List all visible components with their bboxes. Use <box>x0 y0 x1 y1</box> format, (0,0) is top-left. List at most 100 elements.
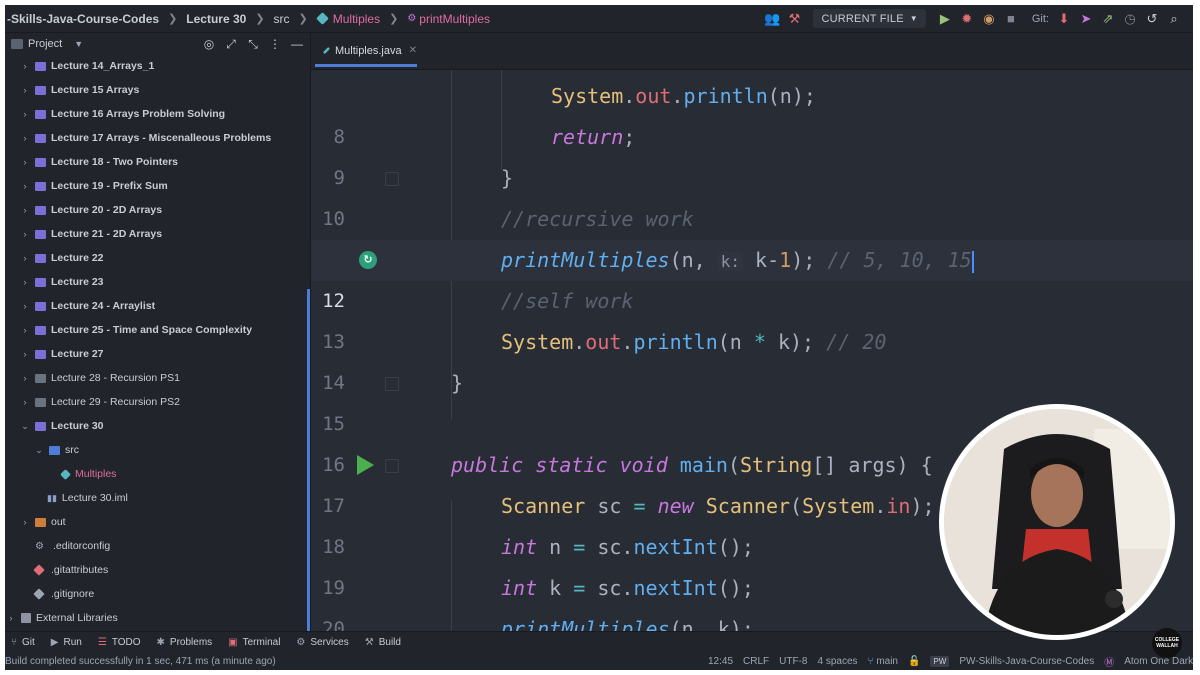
chevron-down-icon[interactable]: ⌄ <box>33 445 45 456</box>
indent-setting[interactable]: 4 spaces <box>818 656 858 667</box>
tool-window-todo[interactable]: ☰ TODO <box>98 637 141 648</box>
tree-item[interactable]: › Lecture 22 <box>19 247 104 269</box>
chevron-right-icon[interactable]: › <box>19 253 31 263</box>
fold-icon[interactable] <box>385 459 399 473</box>
search-icon[interactable]: ⌕ <box>1163 5 1185 32</box>
code-line[interactable]: 10 } <box>311 158 1193 230</box>
chevron-right-icon[interactable]: › <box>19 109 31 119</box>
history-icon[interactable]: ◷ <box>1119 5 1141 32</box>
tree-item[interactable]: › Lecture 19 - Prefix Sum <box>19 175 168 197</box>
collapse-icon[interactable]: ⤡ <box>242 37 264 52</box>
chevron-down-icon[interactable]: ⌄ <box>19 421 31 432</box>
chevron-right-icon[interactable]: › <box>19 277 31 287</box>
theme-name[interactable]: Atom One Dark (Mater <box>1124 656 1193 667</box>
project-name[interactable]: PW-Skills-Java-Course-Codes <box>959 656 1094 667</box>
debug-icon[interactable]: ✹ <box>956 5 978 32</box>
tree-item[interactable]: › Lecture 14_Arrays_1 <box>19 55 155 77</box>
close-icon[interactable]: ✕ <box>409 45 417 56</box>
tree-item[interactable]: › Lecture 27 <box>19 343 104 365</box>
tree-item[interactable]: › Lecture 24 - Arraylist <box>19 295 156 317</box>
run-configuration-select[interactable]: CURRENT FILE ▼ <box>813 9 926 28</box>
git-branch[interactable]: ⑂ main <box>868 656 898 667</box>
fold-icon[interactable] <box>385 172 399 186</box>
tree-item[interactable]: ⌄ src <box>33 439 79 461</box>
stop-icon[interactable]: ■ <box>1000 5 1022 32</box>
breadcrumb-folder[interactable]: Lecture 30 <box>184 12 248 26</box>
chevron-right-icon[interactable]: › <box>19 349 31 359</box>
code-line[interactable]: 9 return; <box>311 117 1193 189</box>
breadcrumb-method[interactable]: ⚙ printMultiples <box>405 12 492 26</box>
chevron-right-icon[interactable]: › <box>19 373 31 383</box>
locate-icon[interactable]: ◎ <box>198 37 220 51</box>
project-panel-title[interactable]: Project <box>28 38 62 50</box>
run-icon[interactable]: ▶ <box>934 5 956 32</box>
chevron-right-icon[interactable]: › <box>19 205 31 215</box>
chevron-right-icon[interactable]: › <box>19 397 31 407</box>
tree-item[interactable]: › Lecture 18 - Two Pointers <box>19 151 179 173</box>
status-widgets: 12:45 CRLF UTF-8 4 spaces ⑂ main 🔓 PW PW… <box>708 652 1193 670</box>
status-message[interactable]: Build completed successfully in 1 sec, 4… <box>5 656 276 667</box>
tree-item[interactable]: ⚙ .editorconfig <box>31 535 110 557</box>
tool-window-build[interactable]: ⚒ Build <box>365 637 401 648</box>
tree-item[interactable]: › External Libraries <box>5 607 118 629</box>
tree-item[interactable]: › out <box>19 511 66 533</box>
breadcrumb-src[interactable]: src <box>272 12 292 26</box>
line-separator[interactable]: CRLF <box>743 656 769 667</box>
caret-position[interactable]: 12:45 <box>708 656 733 667</box>
chevron-right-icon[interactable]: › <box>19 301 31 311</box>
breadcrumb-project[interactable]: -Skills-Java-Course-Codes <box>5 12 161 26</box>
tree-item-selected[interactable]: Multiples <box>57 463 116 485</box>
chevron-right-icon[interactable]: › <box>19 325 31 335</box>
tree-item[interactable]: › Lecture 20 - 2D Arrays <box>19 199 163 221</box>
expand-icon[interactable]: ⤢ <box>220 37 242 52</box>
tree-item[interactable]: ▮▮ Lecture 30.iml <box>43 487 128 509</box>
code-line[interactable]: 15 } <box>311 363 1193 435</box>
rollback-icon[interactable]: ↺ <box>1141 5 1163 32</box>
code-line[interactable]: 14 System.out.println(n * k); // 20 <box>311 322 1193 394</box>
chevron-right-icon[interactable]: › <box>19 133 31 143</box>
recursive-call-icon[interactable]: ↻ <box>359 251 377 269</box>
code-line[interactable]: 11 //recursive work <box>311 199 1193 271</box>
chevron-right-icon[interactable]: › <box>19 61 31 71</box>
hammer-icon[interactable]: ⚒ <box>783 5 805 32</box>
tool-window-run[interactable]: ▶ Run <box>51 637 82 648</box>
tree-item[interactable]: ⌄ Lecture 30 <box>19 415 103 437</box>
minimize-icon[interactable]: — <box>286 37 308 51</box>
tree-item[interactable]: › Lecture 17 Arrays - Miscenalleous Prob… <box>19 127 272 149</box>
tool-window-terminal[interactable]: ▣ Terminal <box>228 637 280 648</box>
chevron-right-icon[interactable]: › <box>19 181 31 191</box>
tree-item[interactable]: .gitignore <box>31 583 94 605</box>
code-line[interactable]: 8 System.out.println(n); <box>311 76 1193 148</box>
coverage-icon[interactable]: ◉ <box>978 5 1000 32</box>
tree-item[interactable]: › Lecture 23 <box>19 271 104 293</box>
fold-icon[interactable] <box>385 377 399 391</box>
tree-item[interactable]: › Lecture 21 - 2D Arrays <box>19 223 163 245</box>
chevron-right-icon[interactable]: › <box>5 613 17 623</box>
run-main-icon[interactable] <box>357 455 374 475</box>
git-push-icon[interactable]: ⇗ <box>1097 5 1119 32</box>
chevron-down-icon[interactable]: ▼ <box>74 39 83 49</box>
chevron-right-icon[interactable]: › <box>19 157 31 167</box>
tab-multiples-java[interactable]: Multiples.java ✕ <box>315 37 417 67</box>
tree-item[interactable]: › Lecture 25 - Time and Space Complexity <box>19 319 253 341</box>
breadcrumb-class[interactable]: Multiples <box>315 12 382 26</box>
lock-icon[interactable]: 🔓 <box>908 656 920 667</box>
chevron-right-icon[interactable]: › <box>19 229 31 239</box>
tool-window-services[interactable]: ⚙ Services <box>296 637 348 648</box>
options-icon[interactable]: ⋮ <box>264 37 286 51</box>
user-icon[interactable]: 👥 <box>761 5 783 32</box>
tree-item[interactable]: › Lecture 16 Arrays Problem Solving <box>19 103 226 125</box>
code-line-active[interactable]: 12 ↻ printMultiples(n, k: k-1); // 5, 10… <box>311 240 1193 312</box>
tree-item[interactable]: › Lecture 15 Arrays <box>19 79 140 101</box>
file-encoding[interactable]: UTF-8 <box>779 656 807 667</box>
tree-item[interactable]: › Lecture 28 - Recursion PS1 <box>19 367 180 389</box>
chevron-right-icon[interactable]: › <box>19 85 31 95</box>
tree-item[interactable]: .gitattributes <box>31 559 108 581</box>
code-line[interactable]: 13 //self work <box>311 281 1193 353</box>
tool-window-problems[interactable]: ✱ Problems <box>157 637 213 648</box>
tree-item[interactable]: › Lecture 29 - Recursion PS2 <box>19 391 180 413</box>
tool-window-git[interactable]: ⑂ Git <box>11 637 35 648</box>
git-update-icon[interactable]: ⬇ <box>1053 5 1075 32</box>
chevron-right-icon[interactable]: › <box>19 517 31 527</box>
git-commit-icon[interactable]: ➤ <box>1075 5 1097 32</box>
